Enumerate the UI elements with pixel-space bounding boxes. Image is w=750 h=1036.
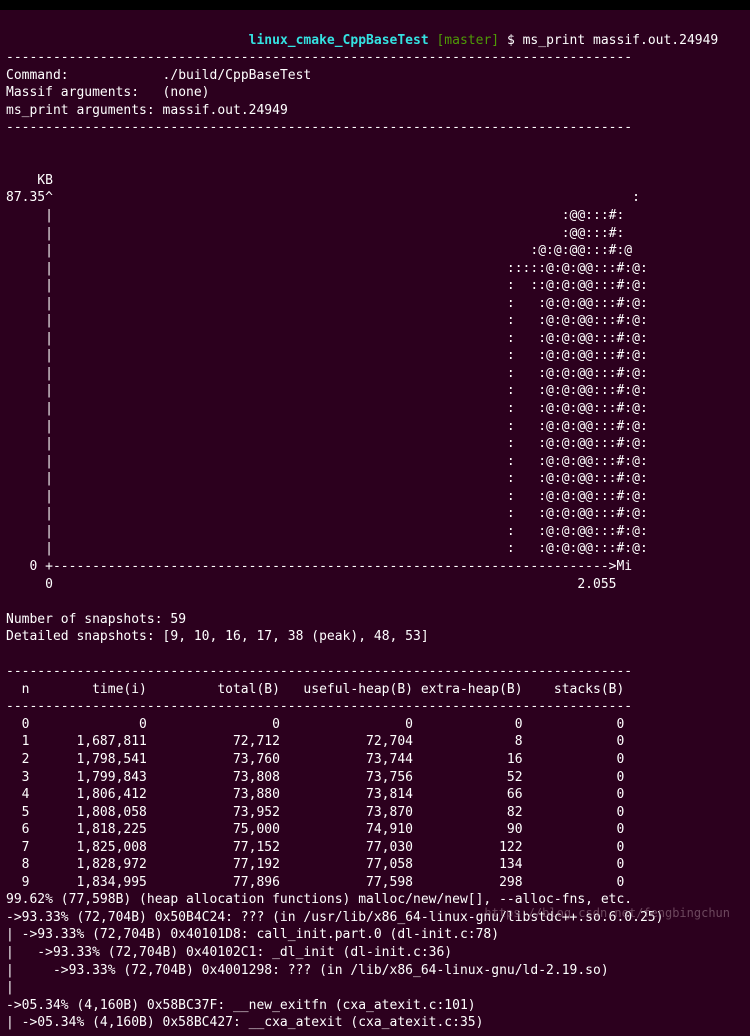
tree-line: | ->05.34% (4,160B) 0x58BC427: __cxa_ate… <box>6 1015 483 1030</box>
hdr-massif-args: Massif arguments: (none) <box>6 85 210 100</box>
graph-row: | : :@:@:@@:::#:@: <box>6 348 648 363</box>
table-row: 3 1,799,843 73,808 73,756 52 0 <box>6 770 624 785</box>
snapshots-detailed: Detailed snapshots: [9, 10, 16, 17, 38 (… <box>6 629 429 644</box>
graph-unit: KB <box>6 173 53 188</box>
table-row: 9 1,834,995 77,896 77,598 298 0 <box>6 875 624 890</box>
graph-row: | :::::@:@:@@:::#:@: <box>6 261 648 276</box>
blank <box>6 594 14 609</box>
graph-row: | :@:@:@@:::#:@ <box>6 243 632 258</box>
tree-line: | ->93.33% (72,704B) 0x40102C1: _dl_init… <box>6 945 452 960</box>
snapshots-count: Number of snapshots: 59 <box>6 612 186 627</box>
prompt-dollar: $ <box>507 33 515 48</box>
table-header: n time(i) total(B) useful-heap(B) extra-… <box>6 682 624 697</box>
blank <box>6 155 14 170</box>
tree-line: | ->93.33% (72,704B) 0x40101D8: call_ini… <box>6 927 499 942</box>
prompt-space <box>6 33 249 48</box>
graph-x-range: 0 2.055 <box>6 577 617 592</box>
graph-row: | : :@:@:@@:::#:@: <box>6 454 648 469</box>
graph-baseline: 0 +-------------------------------------… <box>6 559 632 574</box>
hdr-msprint-args: ms_print arguments: massif.out.24949 <box>6 103 288 118</box>
table-row: 6 1,818,225 75,000 74,910 90 0 <box>6 822 624 837</box>
table-row: 2 1,798,541 73,760 73,744 16 0 <box>6 752 624 767</box>
prompt-line: linux_cmake_CppBaseTest [master] $ ms_pr… <box>6 33 718 48</box>
graph-row: | : :@:@:@@:::#:@: <box>6 524 648 539</box>
sep-line-4: ----------------------------------------… <box>6 699 632 714</box>
tree-line: ->05.34% (4,160B) 0x58BC37F: __new_exitf… <box>6 998 476 1013</box>
graph-row: | : :@:@:@@:::#:@: <box>6 506 648 521</box>
tree-line: | ->93.33% (72,704B) 0x4001298: ??? (in … <box>6 963 609 978</box>
tree-line: | <box>6 980 69 995</box>
watermark: https://blog.csdn.net/fengbingchun <box>484 905 730 921</box>
graph-row: | : :@:@:@@:::#:@: <box>6 383 648 398</box>
command-text: ms_print massif.out.24949 <box>523 33 719 48</box>
graph-row: | : :@:@:@@:::#:@: <box>6 331 648 346</box>
table-row: 1 1,687,811 72,712 72,704 8 0 <box>6 734 624 749</box>
prompt-path: linux_cmake_CppBaseTest <box>249 33 429 48</box>
table-row: 7 1,825,008 77,152 77,030 122 0 <box>6 840 624 855</box>
graph-row: | :@@:::#: <box>6 208 624 223</box>
table-row: 8 1,828,972 77,192 77,058 134 0 <box>6 857 624 872</box>
sep-line-3: ----------------------------------------… <box>6 664 632 679</box>
table-row: 0 0 0 0 0 0 <box>6 717 624 732</box>
hdr-command: Command: ./build/CppBaseTest <box>6 68 311 83</box>
sep-line-2: ----------------------------------------… <box>6 120 632 135</box>
graph-row: | : :@:@:@@:::#:@: <box>6 471 648 486</box>
graph-row: | : :@:@:@@:::#:@: <box>6 541 648 556</box>
terminal[interactable]: linux_cmake_CppBaseTest [master] $ ms_pr… <box>0 10 750 1036</box>
graph-row: | : :@:@:@@:::#:@: <box>6 401 648 416</box>
graph-row: | : :@:@:@@:::#:@: <box>6 489 648 504</box>
graph-row: | :@@:::#: <box>6 226 624 241</box>
graph-row: | : ::@:@:@@:::#:@: <box>6 278 648 293</box>
graph-row: | : :@:@:@@:::#:@: <box>6 296 648 311</box>
sep-line-1: ----------------------------------------… <box>6 50 632 65</box>
graph-row: | : :@:@:@@:::#:@: <box>6 419 648 434</box>
blank <box>6 647 14 662</box>
graph-row: | : :@:@:@@:::#:@: <box>6 313 648 328</box>
graph-row: | : :@:@:@@:::#:@: <box>6 366 648 381</box>
blank <box>6 138 14 153</box>
table-row: 4 1,806,412 73,880 73,814 66 0 <box>6 787 624 802</box>
prompt-branch: [master] <box>436 33 499 48</box>
table-row: 5 1,808,058 73,952 73,870 82 0 <box>6 805 624 820</box>
graph-row: | : :@:@:@@:::#:@: <box>6 436 648 451</box>
graph-y-max: 87.35^ : <box>6 190 640 205</box>
